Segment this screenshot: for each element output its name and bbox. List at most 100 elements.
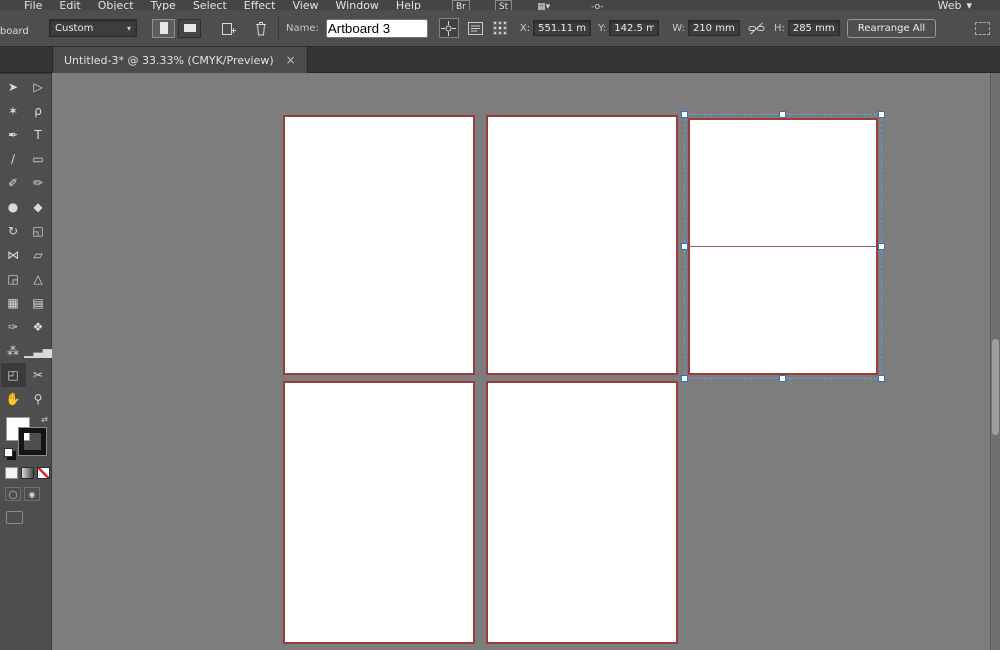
ref-point[interactable] [497,21,502,25]
direct-selection-tool[interactable]: ▷ [26,75,51,99]
bridge-button[interactable]: Br [452,0,470,10]
blend-tool[interactable]: ❖ [26,315,51,339]
stroke-swatch[interactable] [18,427,47,456]
line-segment-tool[interactable]: ∕ [1,147,26,171]
menu-item[interactable]: Type [151,0,176,10]
preset-dropdown[interactable]: Custom ▾ [49,19,137,37]
type-tool[interactable]: T [26,123,51,147]
reference-point-grid[interactable] [492,21,507,35]
artboard-5[interactable] [486,381,678,644]
pen-tool[interactable]: ✒ [1,123,26,147]
selection-handle-n[interactable] [779,111,786,118]
menu-item[interactable]: Object [98,0,134,10]
eraser-tool[interactable]: ◆ [26,195,51,219]
selection-handle-w[interactable] [681,242,688,250]
control-bar: Artboard Custom ▾ Name: [0,10,1000,47]
ref-point[interactable] [502,31,507,35]
stock-button[interactable]: St [494,0,513,10]
ref-point[interactable] [492,31,497,35]
menu-item[interactable]: Help [396,0,421,10]
height-input[interactable] [787,20,840,36]
perspective-grid-tool[interactable]: △ [26,267,51,291]
artboard-4[interactable] [283,381,475,644]
default-fill-stroke-icon[interactable] [4,448,13,457]
artboard-options-button[interactable] [466,18,486,38]
gradient-tool[interactable]: ▤ [26,291,51,315]
link-chain-icon [748,22,765,34]
menu-item[interactable]: File [24,0,42,10]
ref-point[interactable] [492,26,497,30]
eyedropper-tool[interactable]: ✑ [1,315,26,339]
ref-point-center[interactable] [497,26,502,30]
selection-tool[interactable]: ➤ [1,75,26,99]
vertical-scrollbar[interactable] [990,73,1000,650]
mesh-tool[interactable]: ▦ [1,291,26,315]
paintbrush-tool[interactable]: ✐ [1,171,26,195]
gradient-button[interactable] [21,467,34,479]
artboard-1[interactable] [283,115,475,375]
lasso-tool[interactable]: ρ [26,99,51,123]
selection-handle-nw[interactable] [681,111,688,118]
y-position-input[interactable] [609,20,660,36]
rotate-tool[interactable]: ↻ [1,219,26,243]
move-crosshair-icon [441,20,457,36]
hand-tool[interactable]: ✋ [1,387,26,411]
pencil-tool[interactable]: ✏ [26,171,51,195]
menu-item[interactable]: View [292,0,318,10]
scrollbar-thumb[interactable] [992,339,999,435]
selection-handle-s[interactable] [779,375,786,382]
rectangle-tool[interactable]: ▭ [26,147,51,171]
zoom-tool[interactable]: ⚲ [26,387,51,411]
ref-point[interactable] [502,21,507,25]
free-transform-tool[interactable]: ▱ [26,243,51,267]
slice-tool[interactable]: ✂ [26,363,51,387]
new-artboard-button[interactable] [218,18,238,38]
delete-artboard-button[interactable] [251,18,271,38]
shape-builder-tool[interactable]: ◲ [1,267,26,291]
artboard-2[interactable] [486,115,678,375]
draw-normal-button[interactable]: ◯ [5,487,21,501]
none-button[interactable] [37,467,50,479]
constrain-proportions-toggle[interactable] [747,18,767,38]
artboard-name-input[interactable] [325,18,428,38]
menu-item[interactable]: Edit [59,0,80,10]
tool-icon: ▤ [32,296,44,310]
width-tool[interactable]: ⋈ [1,243,26,267]
width-input[interactable] [687,20,740,36]
divider [278,16,279,40]
ref-point[interactable] [502,26,507,30]
canvas[interactable] [52,73,1000,650]
magic-wand-tool[interactable]: ✶ [1,99,26,123]
target-icon[interactable]: -o- [591,0,603,10]
menu-item[interactable]: Effect [244,0,276,10]
rearrange-all-button[interactable]: Rearrange All [846,18,937,38]
document-tab[interactable]: Untitled-3* @ 33.33% (CMYK/Preview) × [52,47,308,73]
symbol-sprayer-tool[interactable]: ⁂ [1,339,26,363]
selection-handle-se[interactable] [878,375,885,382]
screen-mode-button[interactable] [6,511,23,524]
portrait-orientation-button[interactable] [152,18,175,38]
menu-item[interactable]: Window [336,0,379,10]
selection-handle-sw[interactable] [681,375,688,382]
workspace-switcher[interactable]: Web ▾ [937,0,972,10]
tool-icon: ∕ [10,152,16,166]
artboard-tool[interactable]: ◰ [0,363,26,387]
ref-point[interactable] [492,21,497,25]
landscape-orientation-button[interactable] [178,18,201,38]
ref-point[interactable] [497,31,502,35]
artboard-selection-marquee [681,111,885,382]
x-position-input[interactable] [533,20,592,36]
scale-tool[interactable]: ◱ [26,219,51,243]
menu-item[interactable]: Select [193,0,227,10]
close-icon[interactable]: × [286,53,296,67]
swap-fill-stroke-icon[interactable]: ⇄ [41,415,48,424]
column-graph-tool[interactable]: ▁▃▅ [24,339,52,363]
selection-handle-e[interactable] [878,242,885,250]
arrange-documents-icon[interactable]: ▦▾ [537,0,550,10]
color-button[interactable] [5,467,18,479]
new-artboard-icon [221,22,236,35]
move-artwork-toggle-button[interactable] [438,18,459,38]
selection-handle-ne[interactable] [878,111,885,118]
blob-brush-tool[interactable]: ● [1,195,26,219]
draw-behind-button[interactable]: ◉ [24,487,40,501]
